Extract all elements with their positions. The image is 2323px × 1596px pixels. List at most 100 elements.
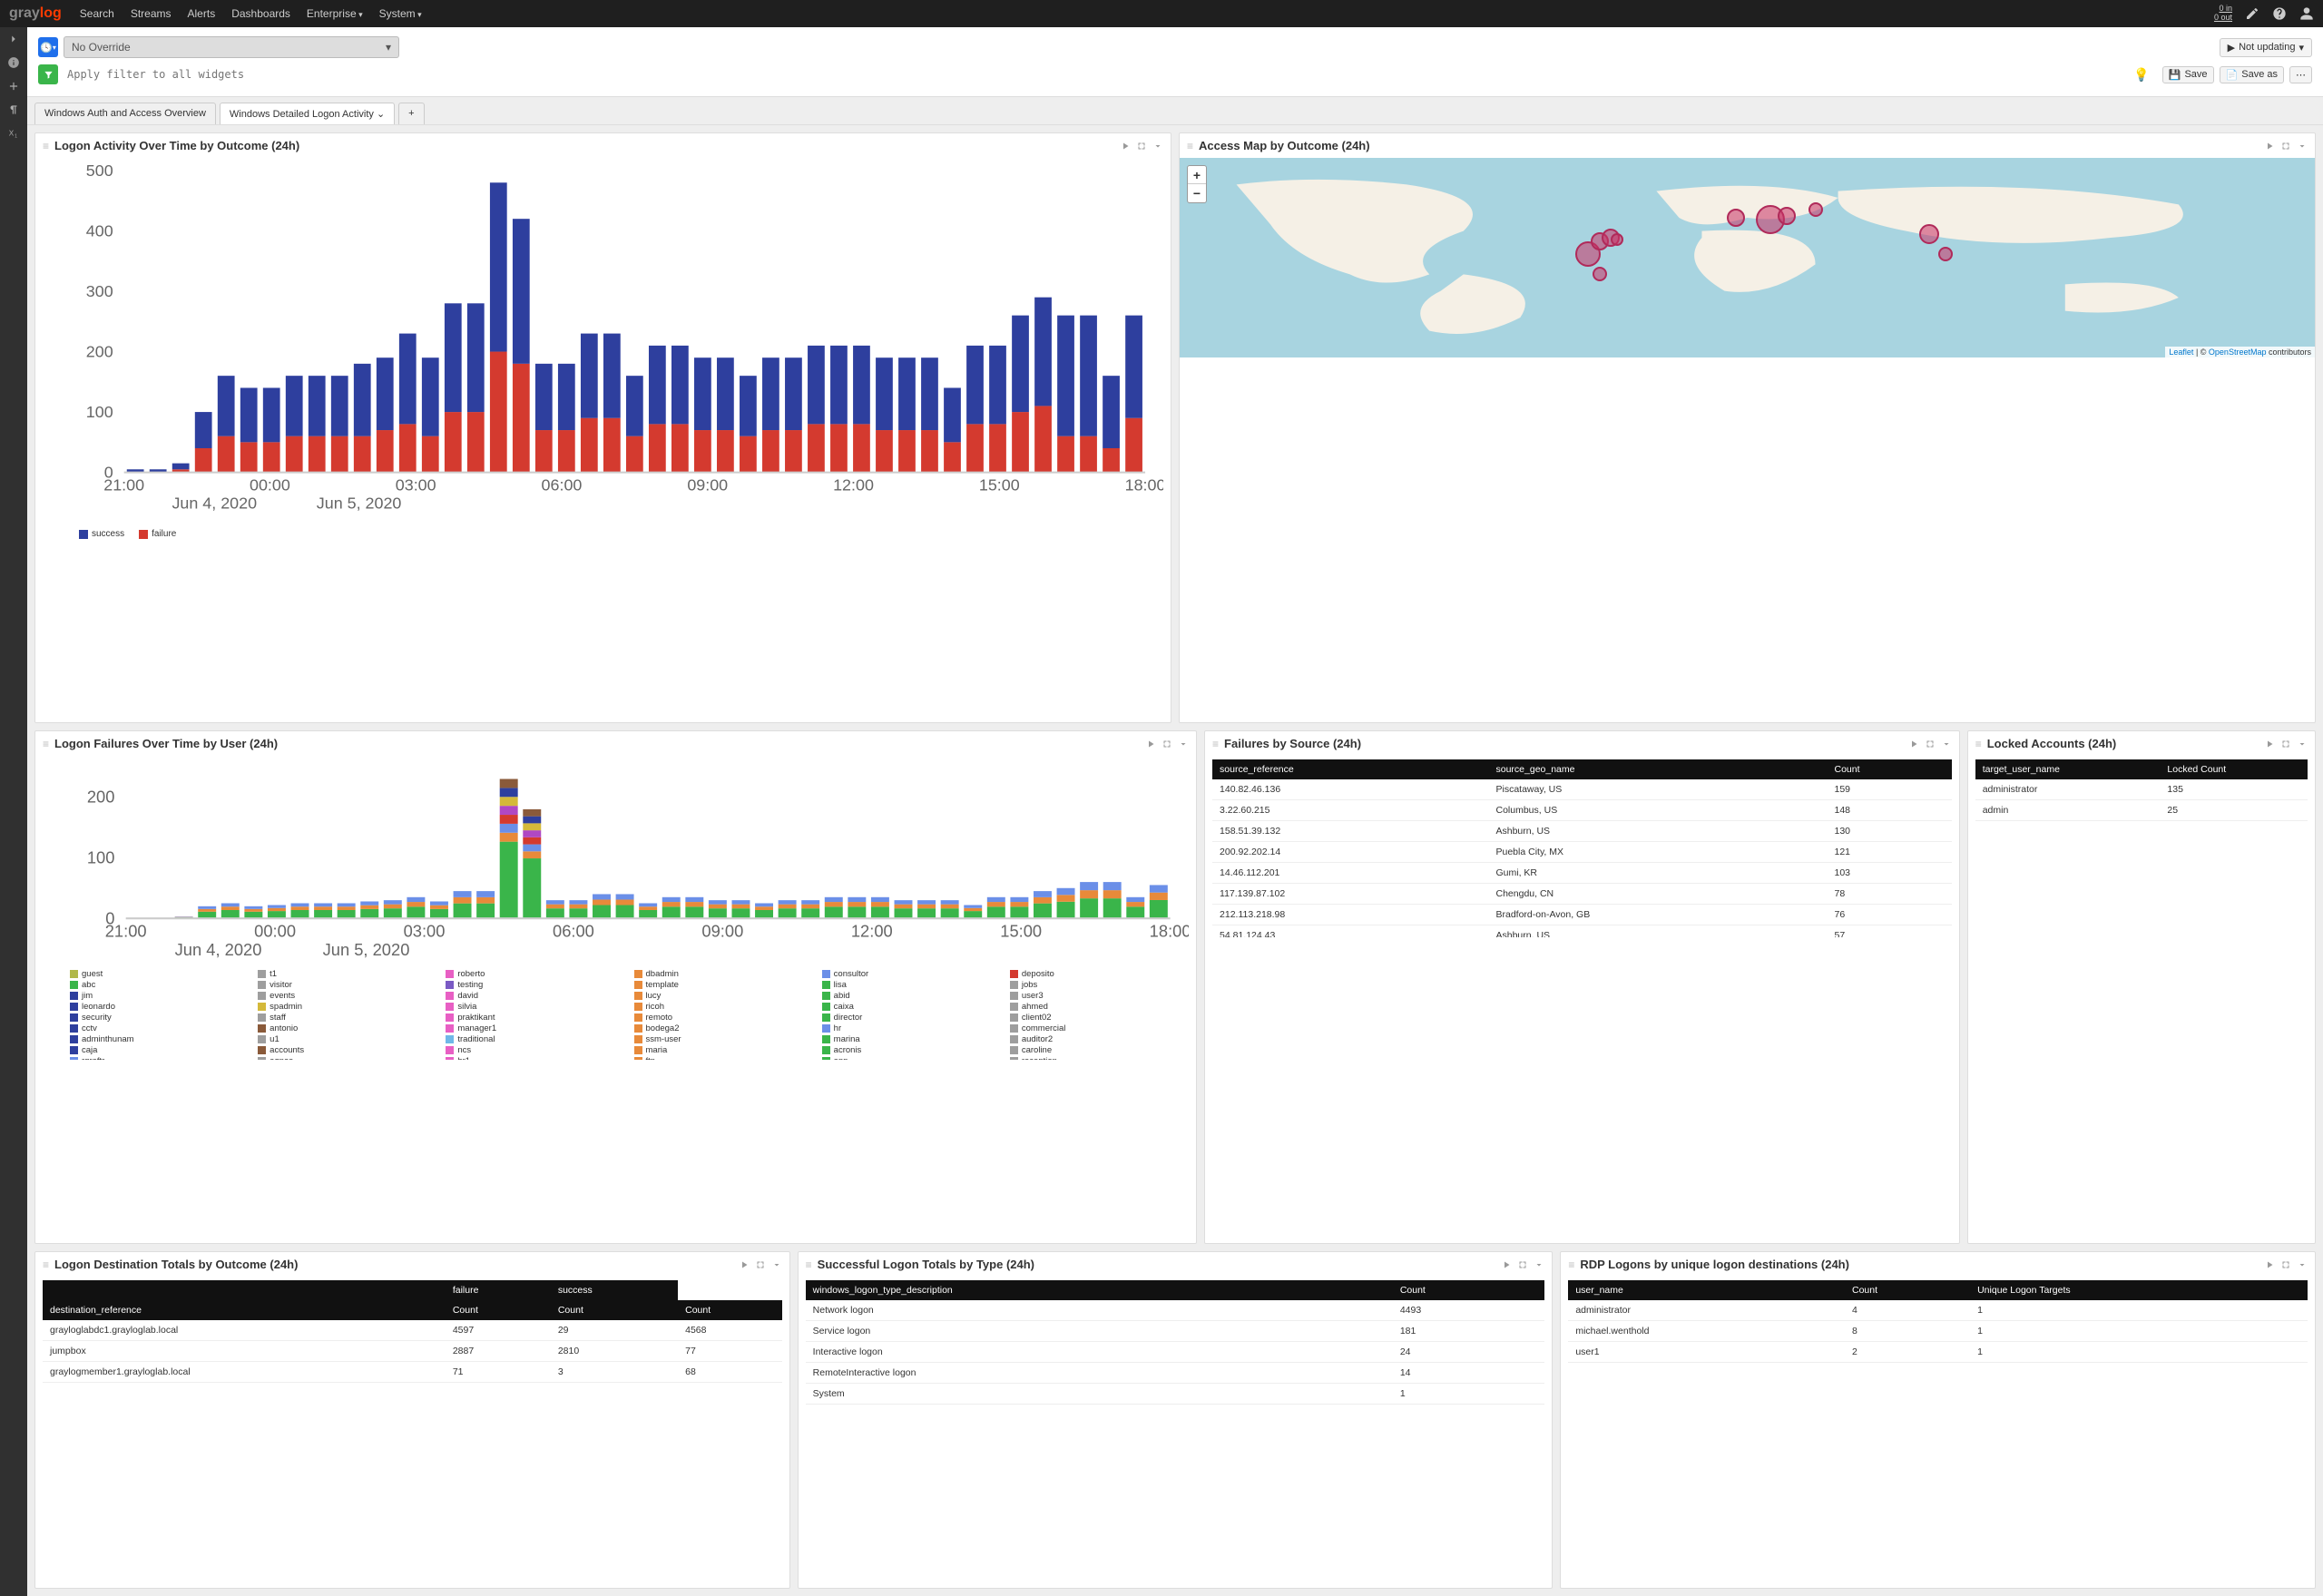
left-sidebar: X1 [0,27,27,1596]
more-button[interactable]: ⋯ [2289,66,2312,83]
play-icon[interactable] [1145,739,1156,749]
widget-rdp-logons: ≡ RDP Logons by unique logon destination… [1560,1251,2316,1589]
chevron-down-icon[interactable] [2297,1259,2308,1270]
edit-icon[interactable] [2245,6,2259,21]
map-marker[interactable] [1593,267,1607,281]
add-tab-button[interactable]: + [398,103,424,124]
help-icon[interactable] [2272,6,2287,21]
paragraph-icon[interactable] [7,103,20,116]
drag-icon[interactable]: ≡ [43,140,49,152]
drag-icon[interactable]: ≡ [806,1258,812,1271]
not-updating-button[interactable]: ▶ Not updating ▾ [2220,38,2312,57]
play-icon[interactable] [2264,1259,2275,1270]
filter-input[interactable] [64,64,2128,85]
chevron-down-icon[interactable] [1152,141,1163,152]
expand-icon[interactable] [1925,739,1936,749]
table-row[interactable]: jumpbox2887281077 [43,1341,782,1362]
nav-link[interactable]: System [379,7,422,20]
override-select[interactable]: No Override▾ [64,36,399,58]
play-icon[interactable] [2264,141,2275,152]
table-row[interactable]: 140.82.46.136Piscataway, US159 [1212,779,1952,800]
chevron-down-icon[interactable] [1941,739,1952,749]
nav-link[interactable]: Streams [131,7,172,20]
subscript-icon[interactable]: X1 [7,127,20,140]
table-row[interactable]: michael.wenthold81 [1568,1321,2308,1342]
nav-link[interactable]: Enterprise [307,7,363,20]
info-icon[interactable] [7,56,20,69]
nav-link[interactable]: Dashboards [231,7,290,20]
chevron-right-icon[interactable] [7,33,20,45]
table-row[interactable]: 3.22.60.215Columbus, US148 [1212,800,1952,821]
table-row[interactable]: Service logon181 [806,1321,1545,1342]
table-row[interactable]: admin25 [1975,800,2308,821]
world-map[interactable]: + − Leaflet | © OpenStreetMap contributo… [1180,158,2315,357]
save-button[interactable]: 💾 Save [2162,66,2214,83]
drag-icon[interactable]: ≡ [1975,738,1982,750]
table-row[interactable]: graylogmember1.grayloglab.local71368 [43,1362,782,1383]
expand-icon[interactable] [2280,739,2291,749]
table-row[interactable]: RemoteInteractive logon14 [806,1363,1545,1384]
drag-icon[interactable]: ≡ [43,738,49,750]
expand-icon[interactable] [2280,1259,2291,1270]
widget-title: Logon Destination Totals by Outcome (24h… [54,1258,733,1271]
expand-icon[interactable] [2280,141,2291,152]
nav-link[interactable]: Search [80,7,114,20]
filter-button[interactable] [38,64,58,84]
table-row[interactable]: 117.139.87.102Chengdu, CN78 [1212,884,1952,905]
widget-title: RDP Logons by unique logon destinations … [1580,1258,2259,1271]
table-row[interactable]: System1 [806,1384,1545,1405]
expand-icon[interactable] [1162,739,1172,749]
time-range-button[interactable]: 🕓▾ [38,37,58,57]
legend-item: lisa [822,980,1001,990]
expand-icon[interactable] [1517,1259,1528,1270]
chevron-down-icon[interactable] [1178,739,1189,749]
plus-icon[interactable] [7,80,20,93]
zoom-out-button[interactable]: − [1188,184,1206,202]
table-row[interactable]: 200.92.202.14Puebla City, MX121 [1212,842,1952,863]
table-row[interactable]: 54.81.124.43Ashburn, US57 [1212,925,1952,938]
chevron-down-icon[interactable] [2297,739,2308,749]
expand-icon[interactable] [1136,141,1147,152]
play-icon[interactable] [739,1259,750,1270]
play-icon[interactable] [1908,739,1919,749]
tab[interactable]: Windows Detailed Logon Activity ⌄ [220,103,395,124]
legend-item: ftp [634,1056,813,1060]
chevron-down-icon[interactable] [771,1259,782,1270]
svg-text:200: 200 [87,788,115,807]
table-row[interactable]: administrator135 [1975,779,2308,800]
chevron-down-icon[interactable] [1534,1259,1544,1270]
expand-icon[interactable] [755,1259,766,1270]
play-icon[interactable] [2264,739,2275,749]
nav-link[interactable]: Alerts [188,7,216,20]
chevron-down-icon[interactable] [2297,141,2308,152]
map-marker[interactable] [1611,233,1623,246]
table-row[interactable]: Network logon4493 [806,1300,1545,1321]
play-icon[interactable] [1501,1259,1512,1270]
table-row[interactable]: administrator41 [1568,1300,2308,1321]
user-icon[interactable] [2299,6,2314,21]
table-row[interactable]: Interactive logon24 [806,1342,1545,1363]
drag-icon[interactable]: ≡ [1212,738,1219,750]
map-marker[interactable] [1778,207,1796,225]
legend-item: bodega2 [634,1023,813,1033]
svg-text:06:00: 06:00 [553,922,594,941]
logo[interactable]: graylog [9,5,62,22]
save-as-button[interactable]: 📄 Save as [2220,66,2284,83]
drag-icon[interactable]: ≡ [1568,1258,1574,1271]
map-marker[interactable] [1727,209,1745,227]
map-marker[interactable] [1919,224,1939,244]
map-marker[interactable] [1808,202,1823,217]
table-row[interactable]: 212.113.218.98Bradford-on-Avon, GB76 [1212,905,1952,925]
table-row[interactable]: 14.46.112.201Gumi, KR103 [1212,863,1952,884]
legend-item: consultor [822,969,1001,979]
table-row[interactable]: grayloglabdc1.grayloglab.local4597294568 [43,1320,782,1341]
drag-icon[interactable]: ≡ [1187,140,1193,152]
table-row[interactable]: user121 [1568,1342,2308,1363]
drag-icon[interactable]: ≡ [43,1258,49,1271]
map-marker[interactable] [1938,247,1953,261]
zoom-in-button[interactable]: + [1188,166,1206,184]
legend-item: praktikant [446,1013,624,1023]
play-icon[interactable] [1120,141,1131,152]
table-row[interactable]: 158.51.39.132Ashburn, US130 [1212,821,1952,842]
tab[interactable]: Windows Auth and Access Overview [34,103,216,124]
